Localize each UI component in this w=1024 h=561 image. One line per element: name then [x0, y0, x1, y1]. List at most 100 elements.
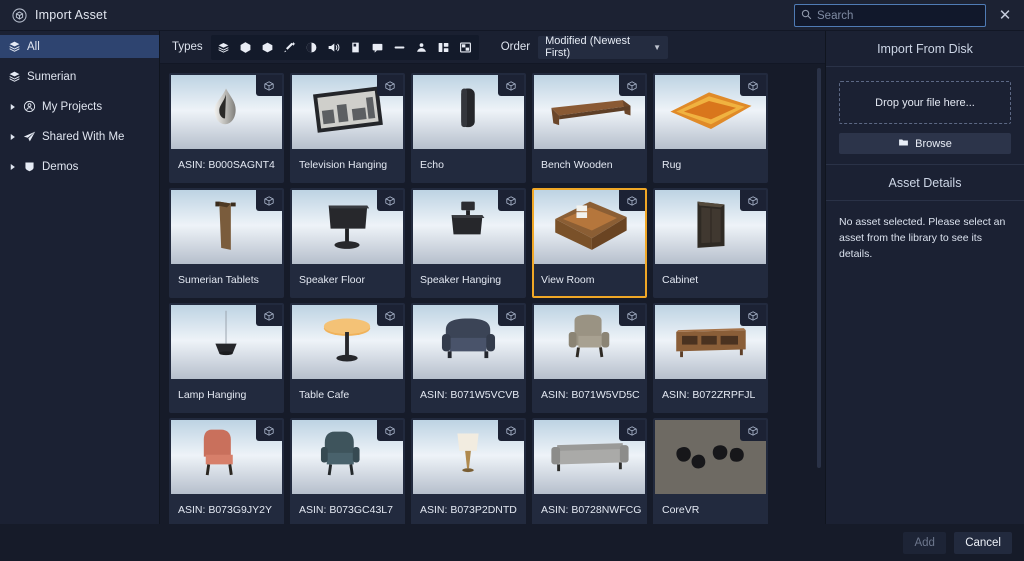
sidebar-item-shared-with-me[interactable]: Shared With Me: [0, 125, 159, 148]
cube-badge-icon: [498, 420, 524, 441]
asset-label: Echo: [413, 149, 524, 181]
filter-cube-icon[interactable]: [257, 36, 279, 59]
send-icon: [23, 130, 36, 143]
asset-label: Table Cafe: [292, 379, 403, 411]
asset-card[interactable]: Lamp Hanging: [169, 303, 284, 413]
search-icon: [801, 7, 812, 25]
close-icon[interactable]: ✕: [994, 0, 1016, 31]
asset-label: Television Hanging: [292, 149, 403, 181]
asset-card[interactable]: Table Cafe: [290, 303, 405, 413]
asset-thumbnail: [534, 75, 645, 149]
asset-label: ASIN: B071W5VCVB: [413, 379, 524, 411]
filter-audio-icon[interactable]: [323, 36, 345, 59]
title-bar: Import Asset ✕: [0, 0, 1024, 31]
asset-thumbnail: [292, 420, 403, 494]
sidebar-item-demos[interactable]: Demos: [0, 155, 159, 178]
asset-card[interactable]: ASIN: B071W5VCVB: [411, 303, 526, 413]
asset-label: Speaker Hanging: [413, 264, 524, 296]
search-box[interactable]: [794, 4, 986, 27]
asset-card[interactable]: ASIN: B072ZRPFJL: [653, 303, 768, 413]
chevron-right-icon[interactable]: [8, 103, 17, 111]
cube-badge-icon: [256, 75, 282, 96]
sidebar: All Sumerian My Projects: [0, 31, 160, 524]
search-input[interactable]: [817, 5, 979, 26]
library-icon: [8, 70, 21, 83]
order-dropdown[interactable]: Modified (Newest First) ▼: [538, 36, 668, 59]
asset-label: Bench Wooden: [534, 149, 645, 181]
cube-badge-icon: [498, 190, 524, 211]
cube-badge-icon: [740, 420, 766, 441]
user-circle-icon: [23, 100, 36, 113]
filter-dialog-icon[interactable]: [367, 36, 389, 59]
asset-card[interactable]: ASIN: B073G9JY2Y: [169, 418, 284, 524]
asset-card[interactable]: ASIN: B000SAGNT4: [169, 73, 284, 183]
asset-thumbnail: [655, 420, 766, 494]
asset-label: Speaker Floor: [292, 264, 403, 296]
filter-json-icon[interactable]: [389, 36, 411, 59]
asset-card[interactable]: Speaker Floor: [290, 188, 405, 298]
asset-thumbnail: [413, 75, 524, 149]
filter-texture-icon[interactable]: [455, 36, 477, 59]
filter-sphere-icon[interactable]: [301, 36, 323, 59]
asset-card[interactable]: Echo: [411, 73, 526, 183]
browse-button[interactable]: Browse: [839, 133, 1011, 154]
grid-scrollbar[interactable]: [817, 68, 821, 468]
browse-label: Browse: [915, 138, 952, 150]
filter-person-icon[interactable]: [411, 36, 433, 59]
cube-badge-icon: [377, 305, 403, 326]
cube-badge-icon: [498, 305, 524, 326]
cube-badge-icon: [740, 190, 766, 211]
asset-thumbnail: [534, 305, 645, 379]
types-label: Types: [172, 41, 203, 53]
page-title: Import Asset: [35, 8, 107, 22]
order-value: Modified (Newest First): [545, 35, 647, 59]
cube-badge-icon: [619, 305, 645, 326]
asset-thumbnail: [655, 75, 766, 149]
asset-card[interactable]: CoreVR: [653, 418, 768, 524]
filter-template-icon[interactable]: [433, 36, 455, 59]
cube-badge-icon: [256, 305, 282, 326]
chevron-right-icon[interactable]: [8, 133, 17, 141]
filter-script-icon[interactable]: [345, 36, 367, 59]
asset-label: ASIN: B073G9JY2Y: [171, 494, 282, 524]
asset-card[interactable]: ASIN: B071W5VD5C: [532, 303, 647, 413]
sidebar-item-sumerian[interactable]: Sumerian: [0, 65, 159, 88]
asset-details-empty-message: No asset selected. Please select an asse…: [826, 201, 1024, 276]
asset-card[interactable]: Rug: [653, 73, 768, 183]
asset-thumbnail: [171, 420, 282, 494]
asset-thumbnail: [292, 305, 403, 379]
filter-animation-icon[interactable]: [279, 36, 301, 59]
asset-card[interactable]: Bench Wooden: [532, 73, 647, 183]
add-button[interactable]: Add: [903, 532, 946, 554]
asset-label: ASIN: B073GC43L7: [292, 494, 403, 524]
asset-card[interactable]: ASIN: B073GC43L7: [290, 418, 405, 524]
sidebar-item-all[interactable]: All: [0, 35, 159, 58]
sidebar-item-label: Sumerian: [27, 71, 76, 83]
cube-badge-icon: [498, 75, 524, 96]
asset-thumbnail: [655, 305, 766, 379]
filter-hexagon-icon[interactable]: [235, 36, 257, 59]
chevron-right-icon[interactable]: [8, 163, 17, 171]
asset-card[interactable]: Television Hanging: [290, 73, 405, 183]
cube-badge-icon: [740, 75, 766, 96]
cube-badge-icon: [619, 190, 645, 211]
asset-card[interactable]: ASIN: B0728NWFCG: [532, 418, 647, 524]
asset-thumbnail: [534, 420, 645, 494]
cancel-button[interactable]: Cancel: [954, 532, 1012, 554]
asset-thumbnail: [292, 75, 403, 149]
asset-card[interactable]: View Room: [532, 188, 647, 298]
cube-badge-icon: [619, 75, 645, 96]
asset-thumbnail: [413, 190, 524, 264]
asset-card[interactable]: Cabinet: [653, 188, 768, 298]
dropzone-label: Drop your file here...: [875, 97, 975, 109]
asset-card[interactable]: ASIN: B073P2DNTD: [411, 418, 526, 524]
file-dropzone[interactable]: Drop your file here...: [839, 81, 1011, 124]
type-filter-group: [211, 35, 479, 60]
import-asset-dialog: Import Asset ✕ All: [0, 0, 1024, 561]
asset-card[interactable]: Speaker Hanging: [411, 188, 526, 298]
asset-card[interactable]: Sumerian Tablets: [169, 188, 284, 298]
folder-icon: [898, 137, 909, 151]
sidebar-item-my-projects[interactable]: My Projects: [0, 95, 159, 118]
filter-library-icon[interactable]: [213, 36, 235, 59]
sidebar-item-label: All: [27, 41, 40, 53]
